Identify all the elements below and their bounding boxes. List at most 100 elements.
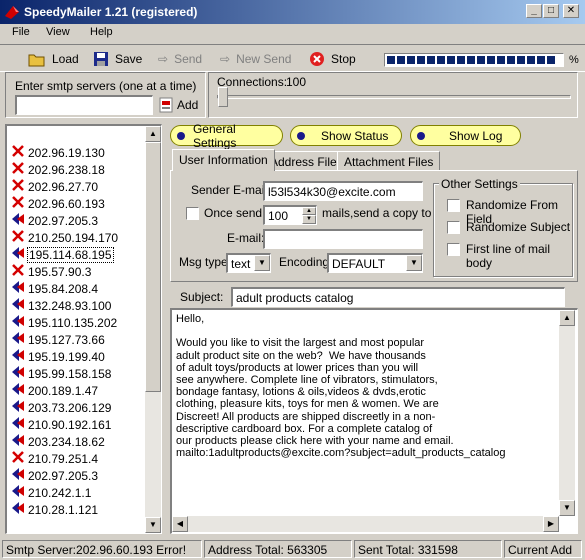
general-settings-button[interactable]: General Settings [170, 122, 283, 150]
first-line-checkbox[interactable] [447, 243, 460, 256]
server-ok-icon [11, 314, 25, 331]
connections-slider-track[interactable] [217, 95, 571, 99]
server-ok-icon [11, 501, 25, 518]
spin-down-button[interactable]: ▼ [302, 215, 316, 224]
server-list-item[interactable]: 195.127.73.66 [11, 331, 106, 348]
general-settings-label: General Settings [192, 121, 237, 150]
copy-email-input[interactable] [263, 229, 423, 249]
server-ip: 202.96.19.130 [28, 145, 105, 160]
send-button[interactable]: ⇨ Send [158, 49, 202, 69]
menu-view[interactable]: View [46, 26, 70, 38]
randomize-subject-checkbox[interactable] [447, 221, 460, 234]
server-ip: 210.79.251.4 [28, 451, 99, 466]
scroll-up-button[interactable]: ▲ [559, 310, 575, 326]
message-body[interactable]: Hello, Would you like to visit the larges… [170, 308, 578, 534]
server-ok-icon [11, 399, 25, 416]
server-list-item[interactable]: 203.234.18.62 [11, 433, 106, 450]
body-horizontal-scrollbar[interactable]: ◀ ▶ [172, 516, 559, 532]
show-status-label: Show Status [321, 128, 389, 143]
error-x-icon [11, 178, 25, 195]
server-ip: 195.84.208.4 [28, 281, 99, 296]
server-list-item[interactable]: 195.19.199.40 [11, 348, 106, 365]
server-list-item[interactable]: 202.96.27.70 [11, 178, 99, 195]
once-send-input[interactable]: 100 ▲ ▼ [263, 205, 317, 225]
title-bar[interactable]: SpeedyMailer 1.21 (registered) _ □ ✕ [0, 0, 585, 24]
scroll-left-button[interactable]: ◀ [172, 516, 188, 532]
server-list-item[interactable]: 132.248.93.100 [11, 297, 112, 314]
new-send-button[interactable]: ⇨ New Send [220, 49, 291, 69]
server-list-item[interactable]: 203.73.206.129 [11, 399, 112, 416]
close-button[interactable]: ✕ [563, 4, 579, 18]
smtp-server-input[interactable] [15, 95, 153, 115]
connections-panel: Connections: 100 [208, 72, 578, 118]
msg-type-select[interactable]: text ▼ [226, 253, 271, 273]
server-list[interactable]: 202.96.19.130 202.96.238.18 202.96.27.70 20… [5, 124, 162, 534]
tab-attachment-files[interactable]: Attachment Files [337, 151, 441, 171]
scroll-down-button[interactable]: ▼ [145, 517, 161, 533]
subject-input[interactable]: adult products catalog [231, 287, 565, 307]
minimize-button[interactable]: _ [526, 4, 542, 18]
error-x-icon [11, 144, 25, 161]
server-list-item[interactable]: 202.96.60.193 [11, 195, 106, 212]
server-list-item[interactable]: 202.96.19.130 [11, 144, 106, 161]
copy-email-label: E-mail: [227, 231, 265, 245]
server-list-item[interactable]: 195.114.68.195 [11, 246, 114, 263]
body-text-line: Hello, [176, 313, 205, 325]
show-status-button[interactable]: Show Status [290, 125, 402, 146]
scroll-down-button[interactable]: ▼ [559, 500, 575, 516]
server-list-item[interactable]: 195.99.158.158 [11, 365, 112, 382]
server-list-item[interactable]: 202.96.238.18 [11, 161, 106, 178]
chevron-down-icon[interactable]: ▼ [406, 255, 422, 271]
randomize-from-checkbox[interactable] [447, 199, 460, 212]
server-list-item[interactable]: 195.57.90.3 [11, 263, 92, 280]
scroll-up-button[interactable]: ▲ [145, 126, 161, 142]
connections-slider-thumb[interactable] [218, 87, 228, 107]
status-bar: Smtp Server:202.96.60.193 Error! Address… [0, 538, 585, 560]
server-list-item[interactable]: 195.110.135.202 [11, 314, 118, 331]
server-ip: 195.127.73.66 [28, 332, 105, 347]
scroll-right-button[interactable]: ▶ [543, 516, 559, 532]
body-vertical-scrollbar[interactable]: ▲ ▼ [559, 310, 575, 516]
chevron-down-icon[interactable]: ▼ [254, 255, 270, 271]
subject-label: Subject: [180, 290, 224, 304]
once-send-checkbox[interactable] [186, 207, 199, 220]
bullet-icon [297, 131, 305, 140]
user-information-panel: Sender E-mail: l53l534k30@excite.com Onc… [170, 170, 578, 282]
tab-user-information[interactable]: User Information [172, 149, 275, 171]
encoding-select[interactable]: DEFAULT ▼ [327, 253, 423, 273]
add-button[interactable]: Add [159, 97, 198, 113]
menu-help[interactable]: Help [90, 26, 113, 38]
server-list-item[interactable]: 200.189.1.47 [11, 382, 99, 399]
menu-file[interactable]: File [12, 26, 30, 38]
server-list-item[interactable]: 210.90.192.161 [11, 416, 112, 433]
server-list-item[interactable]: 210.28.1.121 [11, 501, 99, 518]
spin-up-button[interactable]: ▲ [302, 207, 316, 215]
encoding-value: DEFAULT [332, 257, 386, 271]
once-send-label: Once send: [204, 206, 266, 220]
sender-email-input[interactable]: l53l534k30@excite.com [263, 181, 423, 201]
subject-row: Subject: adult products catalog [170, 285, 578, 309]
server-ip: 210.250.194.170 [28, 230, 119, 245]
maximize-button[interactable]: □ [543, 4, 559, 18]
body-text-line: of adult toys/products at lower prices t… [176, 361, 419, 374]
scroll-thumb[interactable] [145, 142, 161, 392]
load-label: Load [52, 52, 79, 66]
show-log-button[interactable]: Show Log [410, 125, 521, 146]
floppy-icon [94, 52, 108, 66]
folder-icon [28, 54, 45, 67]
server-list-item[interactable]: 202.97.205.3 [11, 212, 99, 229]
save-button[interactable]: Save [93, 49, 142, 69]
server-ip: 132.248.93.100 [28, 298, 112, 313]
server-list-item[interactable]: 210.250.194.170 [11, 229, 119, 246]
server-list-item[interactable]: 210.79.251.4 [11, 450, 99, 467]
server-ip: 210.90.192.161 [28, 417, 112, 432]
load-button[interactable]: Load [28, 49, 79, 69]
server-ok-icon [11, 484, 25, 501]
server-ok-icon [11, 467, 25, 484]
stop-button[interactable]: Stop [309, 49, 356, 69]
server-list-item[interactable]: 202.97.205.3 [11, 467, 99, 484]
server-list-item[interactable]: 195.84.208.4 [11, 280, 99, 297]
server-list-scrollbar[interactable]: ▲ ▼ [145, 126, 161, 533]
server-list-item[interactable]: 210.242.1.1 [11, 484, 92, 501]
server-ip: 195.57.90.3 [28, 264, 92, 279]
